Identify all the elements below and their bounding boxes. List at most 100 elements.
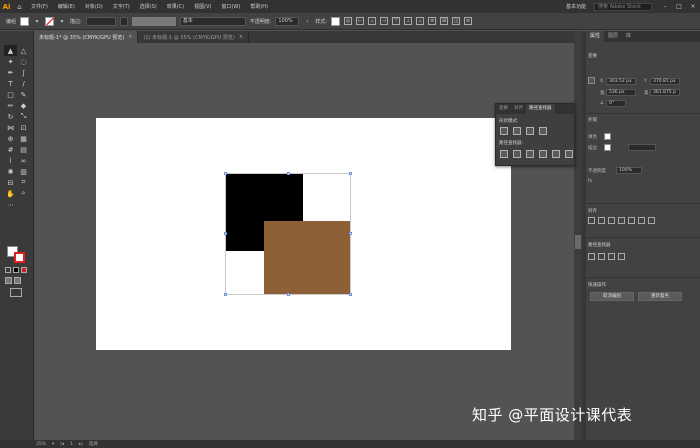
tab-transform[interactable]: 变换 bbox=[496, 104, 511, 114]
width-field[interactable]: 536 px bbox=[606, 89, 636, 96]
maximize-icon[interactable]: □ bbox=[672, 3, 686, 10]
stroke-swatch[interactable] bbox=[45, 16, 55, 26]
menu-help[interactable]: 帮助(H) bbox=[245, 3, 273, 10]
intersect-icon[interactable] bbox=[526, 127, 534, 135]
stroke-stepper[interactable] bbox=[119, 16, 128, 26]
opacity-field[interactable]: 100% bbox=[275, 16, 300, 26]
opacity-field[interactable]: 100% bbox=[616, 167, 642, 174]
align-top-icon[interactable] bbox=[618, 217, 625, 224]
rotate-tool-icon[interactable]: ↻ bbox=[4, 111, 17, 122]
close-window-icon[interactable]: × bbox=[686, 3, 700, 10]
resize-handle[interactable] bbox=[287, 172, 290, 175]
align-more-icon[interactable] bbox=[648, 217, 655, 224]
variable-width-profile[interactable] bbox=[131, 16, 176, 26]
pen-tool-icon[interactable]: ✒ bbox=[4, 67, 17, 78]
graphic-style-swatch[interactable] bbox=[331, 16, 341, 26]
menu-window[interactable]: 窗口(W) bbox=[216, 3, 245, 10]
align-left-icon[interactable]: ⊢ bbox=[356, 17, 365, 25]
chevron-right-icon[interactable]: › bbox=[303, 17, 311, 26]
fill-swatch[interactable] bbox=[604, 133, 611, 140]
pencil-tool-icon[interactable]: ✏ bbox=[4, 100, 17, 111]
draw-inside-icon[interactable] bbox=[14, 277, 21, 284]
align-right-icon[interactable]: ⊣ bbox=[380, 17, 389, 25]
column-graph-tool-icon[interactable]: ▥ bbox=[17, 166, 30, 177]
fx-icon[interactable]: fx bbox=[588, 179, 592, 184]
panel-menu-icon[interactable]: ≡ bbox=[464, 17, 473, 25]
resize-handle[interactable] bbox=[349, 232, 352, 235]
stroke-weight-dropdown[interactable] bbox=[85, 16, 116, 26]
menu-object[interactable]: 对象(O) bbox=[80, 3, 108, 10]
stroke-weight-field[interactable] bbox=[628, 144, 656, 151]
selection-tool-icon[interactable]: ▲ bbox=[4, 45, 17, 56]
width-tool-icon[interactable]: ⋈ bbox=[4, 122, 17, 133]
unite-icon[interactable] bbox=[588, 253, 595, 260]
zoom-tool-icon[interactable]: ⌕ bbox=[17, 188, 30, 199]
resize-handle[interactable] bbox=[349, 172, 352, 175]
rectangle-tool-icon[interactable]: □ bbox=[4, 89, 17, 100]
home-icon[interactable]: ⌂ bbox=[13, 0, 26, 13]
recolor-icon[interactable]: ◎ bbox=[344, 17, 353, 25]
stroke-color-icon[interactable] bbox=[14, 252, 25, 263]
artboard-nav-first-icon[interactable]: |◂ bbox=[60, 442, 64, 447]
eraser-tool-icon[interactable]: ◆ bbox=[17, 100, 30, 111]
artboard-tool-icon[interactable]: ⊟ bbox=[4, 177, 17, 188]
hand-tool-icon[interactable]: ✋ bbox=[4, 188, 17, 199]
ungroup-button[interactable]: 取消编组 bbox=[590, 292, 634, 301]
stock-search-input[interactable]: 搜索 Adobe Stock bbox=[594, 2, 652, 11]
minimize-icon[interactable]: – bbox=[658, 3, 672, 10]
menu-edit[interactable]: 编辑(E) bbox=[53, 3, 80, 10]
recolor-button[interactable]: 重新着色 bbox=[638, 292, 682, 301]
line-tool-icon[interactable]: / bbox=[17, 78, 30, 89]
minus-back-icon[interactable] bbox=[565, 150, 573, 158]
none-icon[interactable] bbox=[21, 267, 27, 273]
artboard-nav-last-icon[interactable]: ▸| bbox=[79, 442, 83, 447]
align-center-icon[interactable]: ⊥ bbox=[368, 17, 377, 25]
exclude-icon[interactable] bbox=[539, 127, 547, 135]
align-hcenter-icon[interactable] bbox=[598, 217, 605, 224]
merge-icon[interactable] bbox=[526, 150, 534, 158]
crop-icon[interactable] bbox=[539, 150, 547, 158]
divide-icon[interactable] bbox=[500, 150, 508, 158]
menu-file[interactable]: 文件(F) bbox=[26, 3, 53, 10]
eyedropper-tool-icon[interactable]: ⌇ bbox=[4, 155, 17, 166]
distribute-icon[interactable]: ≡ bbox=[428, 17, 437, 25]
resize-handle[interactable] bbox=[224, 232, 227, 235]
resize-handle[interactable] bbox=[224, 172, 227, 175]
minus-front-icon[interactable] bbox=[513, 127, 521, 135]
scrollbar-thumb[interactable] bbox=[575, 235, 581, 249]
edit-toolbar-icon[interactable]: ⋯ bbox=[4, 199, 17, 210]
curvature-tool-icon[interactable]: ∫ bbox=[17, 67, 30, 78]
blend-tool-icon[interactable]: ∞ bbox=[17, 155, 30, 166]
resize-handle[interactable] bbox=[224, 293, 227, 296]
outline-icon[interactable] bbox=[552, 150, 560, 158]
magic-wand-tool-icon[interactable]: ✦ bbox=[4, 56, 17, 67]
lasso-tool-icon[interactable]: ◌ bbox=[17, 56, 30, 67]
x-field[interactable]: 303.52 px bbox=[606, 78, 636, 85]
align-bottom-icon[interactable]: ⊥ bbox=[416, 17, 425, 25]
selection-bounding-box[interactable] bbox=[224, 172, 352, 296]
y-field[interactable]: 370.81 px bbox=[650, 78, 680, 85]
tab-layers[interactable]: 图层 bbox=[604, 31, 622, 42]
tab-document-1[interactable]: 未标题-1* @ 35% (CMYK/GPU 预览) × bbox=[34, 31, 139, 43]
chevron-down-icon[interactable]: ▾ bbox=[52, 442, 54, 447]
resize-handle[interactable] bbox=[349, 293, 352, 296]
trim-icon[interactable] bbox=[513, 150, 521, 158]
close-icon[interactable]: × bbox=[128, 34, 132, 40]
minus-front-icon[interactable] bbox=[598, 253, 605, 260]
panel-collapse-strip[interactable] bbox=[582, 31, 586, 440]
rotation-field[interactable]: 0° bbox=[606, 100, 626, 107]
isolate-group-icon[interactable]: ◫ bbox=[452, 17, 461, 25]
menu-type[interactable]: 文字(T) bbox=[108, 3, 135, 10]
chevron-down-icon[interactable]: ▾ bbox=[33, 17, 41, 26]
align-bottom-icon[interactable] bbox=[638, 217, 645, 224]
align-right-icon[interactable] bbox=[608, 217, 615, 224]
color-icon[interactable] bbox=[5, 267, 11, 273]
vertical-scrollbar[interactable] bbox=[574, 31, 582, 440]
reference-point-icon[interactable] bbox=[588, 77, 595, 84]
artboard-number[interactable]: 1 bbox=[70, 442, 73, 447]
align-vcenter-icon[interactable] bbox=[628, 217, 635, 224]
transform-icon[interactable]: ⊞ bbox=[440, 17, 449, 25]
align-top-icon[interactable]: ⊤ bbox=[392, 17, 401, 25]
draw-normal-icon[interactable] bbox=[5, 277, 12, 284]
screen-mode-icon[interactable] bbox=[10, 288, 22, 297]
